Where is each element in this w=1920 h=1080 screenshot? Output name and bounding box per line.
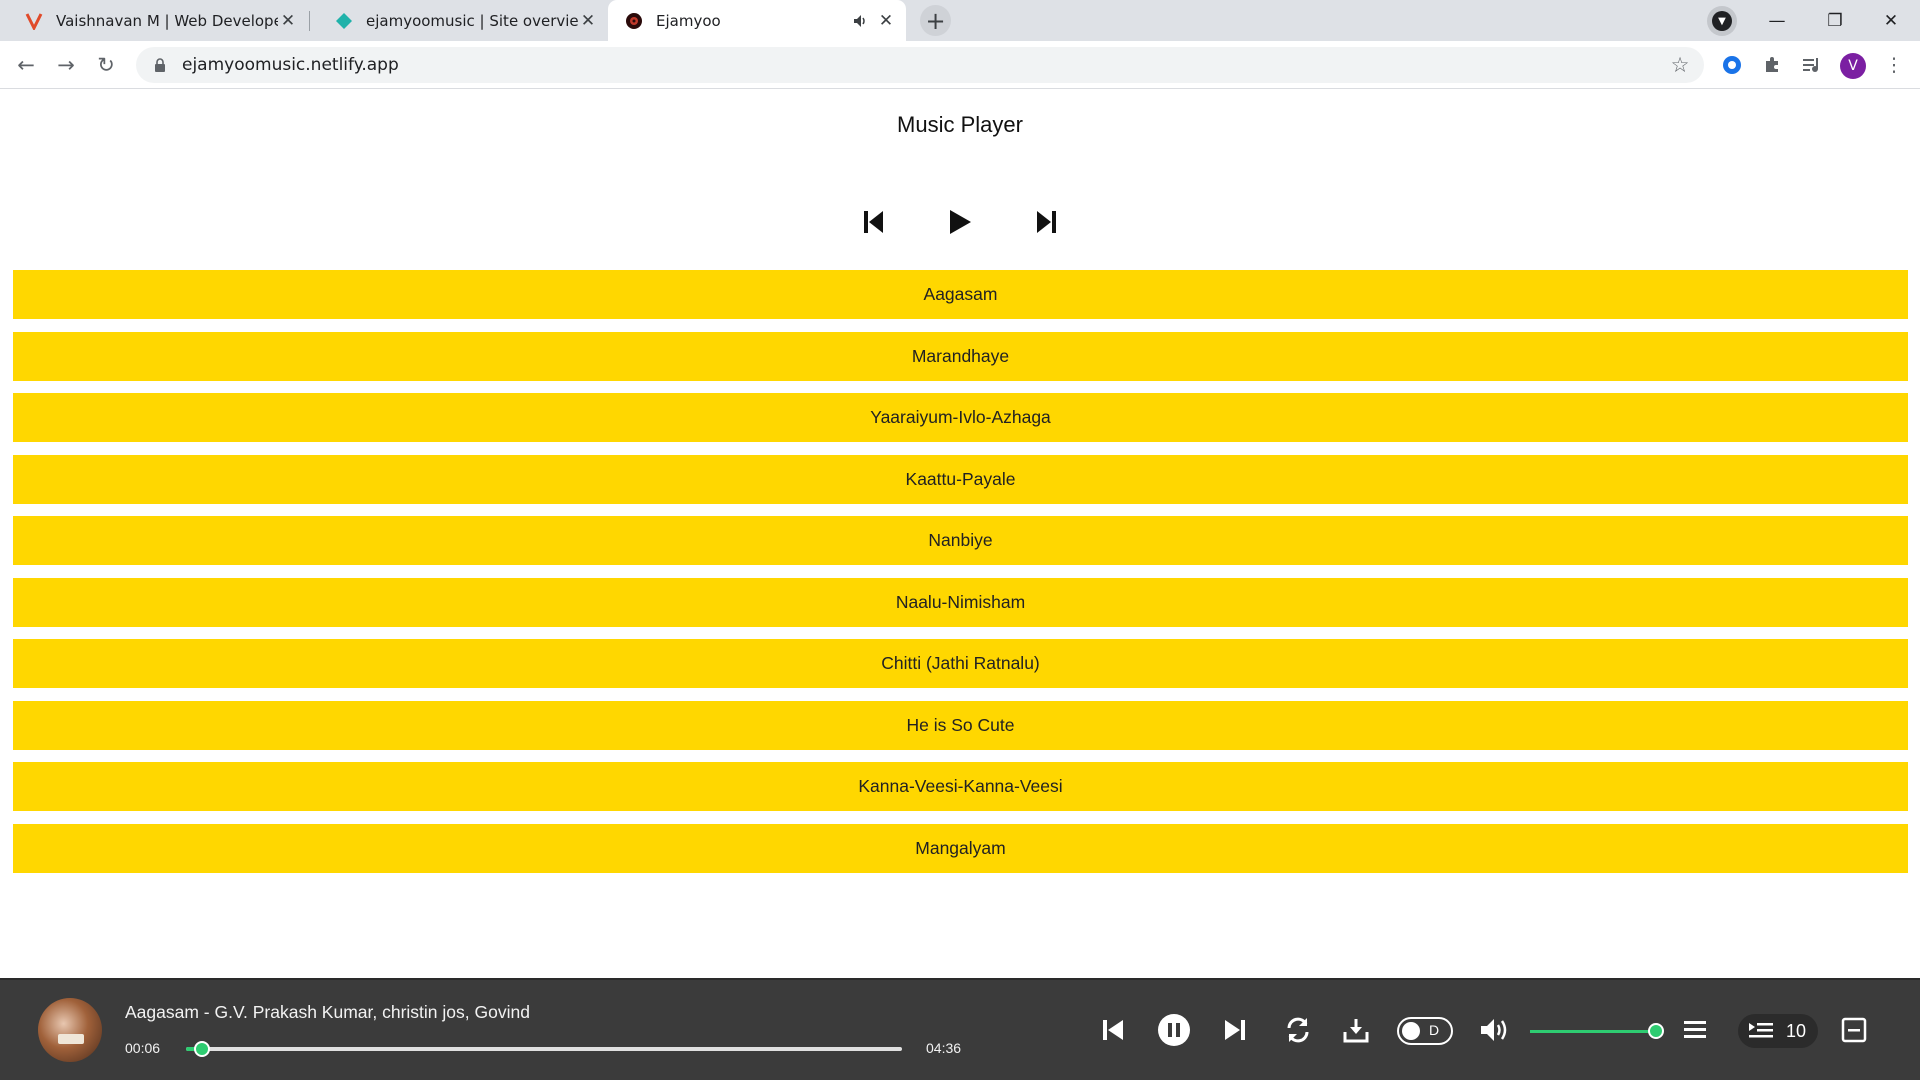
reload-button[interactable]: ↻ [90,49,122,81]
window-close-button[interactable]: ✕ [1862,0,1920,41]
song-item[interactable]: Kaattu-Payale [13,454,1908,504]
back-button[interactable]: ← [10,49,42,81]
skip-next-icon [1225,1020,1245,1040]
queue-icon [1746,1020,1776,1042]
queue-count: 10 [1786,1020,1807,1041]
next-button[interactable] [1028,204,1064,240]
seek-thumb[interactable] [194,1041,211,1057]
netlify-icon [334,11,354,31]
mode-toggle[interactable]: D [1397,1017,1453,1045]
extension-globe-icon[interactable] [1720,53,1744,77]
pause-icon [1158,1014,1190,1046]
song-item[interactable]: Kanna-Veesi-Kanna-Veesi [13,762,1908,811]
media-control-icon[interactable] [1800,53,1824,77]
profile-avatar[interactable]: V [1840,53,1866,79]
player-controls [0,202,1920,242]
tab-search-button[interactable]: ▼ [1707,6,1737,36]
album-cover [38,998,102,1062]
v-logo-icon [24,11,44,31]
song-item[interactable]: Yaaraiyum-Ivlo-Azhaga [13,393,1908,442]
download-icon [1343,1019,1369,1043]
tab-strip: Vaishnavan M | Web Developer ✕ ejamyoomu… [0,0,1920,41]
minimize-player-button[interactable] [1834,1010,1874,1050]
repeat-icon [1287,1017,1309,1043]
url-text[interactable]: ejamyoomusic.netlify.app [182,55,1666,75]
mute-button[interactable] [1475,1010,1515,1050]
close-icon[interactable]: ✕ [578,11,598,31]
record-icon [624,11,644,31]
play-button[interactable] [942,204,978,240]
player-next-button[interactable] [1215,1010,1255,1050]
close-icon[interactable]: ✕ [278,11,298,31]
repeat-button[interactable] [1278,1010,1318,1050]
restore-button[interactable]: ❐ [1806,0,1864,41]
song-item[interactable]: Nanbiye [13,516,1908,565]
page-content: Music Player Aagasam Marandhaye Yaaraiyum-… [0,90,1920,978]
now-playing-title: Aagasam - G.V. Prakash Kumar, christin j… [125,1002,530,1022]
tab-ejamyoo[interactable]: Ejamyoo ✕ [608,0,906,41]
tab-vaishnavan[interactable]: Vaishnavan M | Web Developer ✕ [0,0,308,41]
song-item[interactable]: Aagasam [13,270,1908,319]
extensions-puzzle-icon[interactable] [1760,53,1784,77]
new-tab-button[interactable]: + [920,5,951,36]
player-previous-button[interactable] [1093,1010,1133,1050]
browser-toolbar: ← → ↻ ejamyoomusic.netlify.app ☆ V ⋮ [0,41,1920,89]
chevron-down-icon: ▼ [1712,11,1732,31]
bottom-player-bar: Aagasam - G.V. Prakash Kumar, christin j… [0,978,1920,1080]
song-item[interactable]: He is So Cute [13,700,1908,750]
player-pause-button[interactable] [1154,1010,1194,1050]
tab-netlify[interactable]: ejamyoomusic | Site overview ✕ [310,0,608,41]
volume-slider[interactable] [1530,1023,1664,1039]
menu-kebab-icon[interactable]: ⋮ [1882,53,1906,77]
skip-previous-icon [864,211,883,233]
skip-next-icon [1037,211,1056,233]
song-item[interactable]: Mangalyam [13,823,1908,873]
volume-thumb[interactable] [1648,1023,1664,1039]
queue-indicator[interactable]: 10 [1738,1014,1818,1048]
forward-button[interactable]: → [50,49,82,81]
toggle-knob [1402,1022,1420,1040]
address-bar[interactable]: ejamyoomusic.netlify.app ☆ [136,47,1704,83]
play-icon [950,210,971,234]
lock-icon [152,57,168,73]
download-button[interactable] [1336,1010,1376,1050]
current-time: 00:06 [125,1040,161,1056]
speaker-icon[interactable] [850,11,870,31]
song-item[interactable]: Naalu-Nimisham [13,577,1908,627]
close-icon[interactable]: ✕ [876,11,896,31]
bookmark-star-icon[interactable]: ☆ [1666,51,1694,79]
seek-bar[interactable] [186,1041,902,1057]
tab-label: Ejamyoo [656,11,721,30]
song-item[interactable]: Marandhaye [13,331,1908,381]
minimize-button[interactable]: — [1748,0,1806,41]
skip-previous-icon [1103,1020,1123,1040]
list-icon [1684,1021,1706,1038]
previous-button[interactable] [856,204,892,240]
page-title: Music Player [897,112,1023,137]
song-item[interactable]: Chitti (Jathi Ratnalu) [13,639,1908,688]
duration: 04:36 [926,1040,962,1056]
song-list: Aagasam Marandhaye Yaaraiyum-Ivlo-Azhaga Ka… [13,270,1908,885]
toggle-label: D [1429,1022,1440,1038]
playlist-button[interactable] [1675,1010,1715,1050]
minimize-icon [1841,1017,1867,1043]
volume-icon [1481,1019,1507,1041]
tab-label: ejamyoomusic | Site overview [366,11,578,30]
tab-label: Vaishnavan M | Web Developer [56,11,278,30]
